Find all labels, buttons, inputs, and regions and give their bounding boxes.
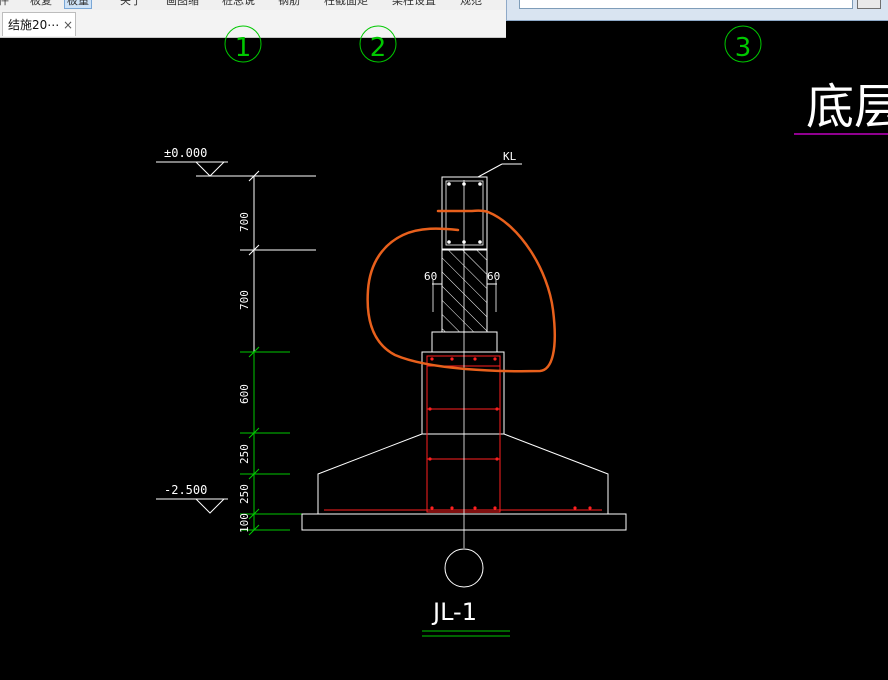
axis-bubble-3: 3 — [724, 25, 762, 63]
dimension-label: 600 — [238, 384, 251, 404]
cad-drawing-canvas[interactable]: 1 2 3 底层平 ±0.000 -2.500 — [0, 0, 888, 680]
beam-label: KL — [503, 150, 517, 163]
axis-bubble-1: 1 — [224, 25, 262, 63]
axis-label-2: 2 — [370, 33, 387, 63]
elevation-bottom-label: -2.500 — [164, 483, 207, 497]
elevation-top: ±0.000 — [156, 146, 316, 177]
axis-label-3: 3 — [735, 33, 752, 63]
elevation-top-label: ±0.000 — [164, 146, 207, 160]
dimension-label: 100 — [238, 513, 251, 533]
dimension-label: 250 — [238, 444, 251, 464]
detail-bubble — [444, 548, 484, 588]
axis-bubble-2: 2 — [359, 25, 397, 63]
drawing-title: 底层平 — [806, 79, 888, 135]
offset-label-left: 60 — [424, 270, 437, 283]
axis-label-1: 1 — [235, 33, 252, 63]
dimension-label: 250 — [238, 484, 251, 504]
beam-section: KL — [441, 150, 522, 250]
offset-label-right: 60 — [487, 270, 500, 283]
column-stub: 60 60 — [424, 249, 500, 352]
detail-label: JL-1 — [431, 598, 477, 626]
dimension-label: 700 — [238, 212, 251, 232]
dimension-chain: 700 700 600 250 250 100 — [238, 170, 316, 536]
dimension-label: 700 — [238, 290, 251, 310]
elevation-bottom: -2.500 — [156, 483, 228, 514]
pedestal — [421, 351, 505, 513]
